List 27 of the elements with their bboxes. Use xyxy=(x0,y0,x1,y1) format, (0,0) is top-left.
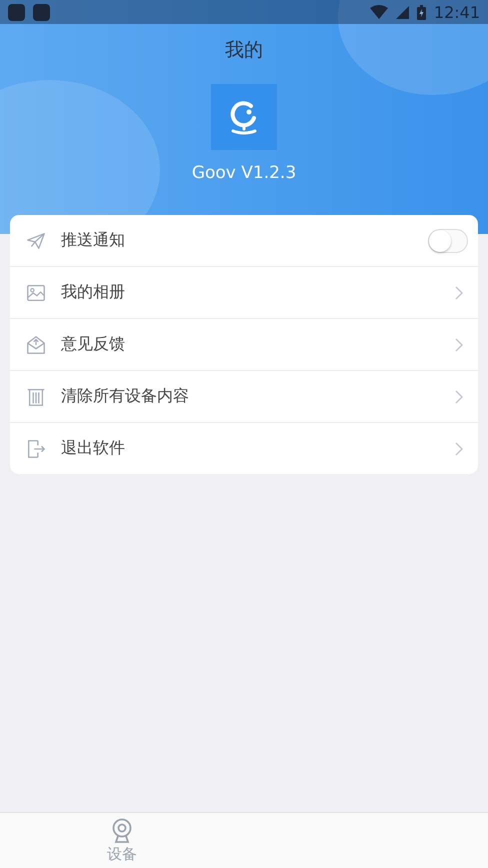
chevron-icon xyxy=(454,336,464,352)
menu-label: 退出软件 xyxy=(61,438,126,459)
signal-icon xyxy=(396,6,409,18)
camera-icon xyxy=(110,818,134,844)
chevron-icon xyxy=(454,284,464,300)
menu-item[interactable]: 清除所有设备内容 xyxy=(10,370,478,422)
notification-icon xyxy=(33,4,50,20)
notification-icon xyxy=(8,4,25,20)
menu-item[interactable]: 我的相册 xyxy=(10,266,478,318)
app-logo-icon xyxy=(211,84,277,150)
menu-label: 清除所有设备内容 xyxy=(61,386,190,407)
menu-label: 我的相册 xyxy=(61,282,126,303)
mail-icon xyxy=(25,334,47,356)
app-version: Goov V1.2.3 xyxy=(192,163,296,183)
menu-item[interactable]: 意见反馈 xyxy=(10,318,478,370)
toggle-switch[interactable] xyxy=(428,228,468,252)
page-title: 我的 xyxy=(225,38,263,63)
battery-icon xyxy=(416,4,426,20)
status-time: 12:41 xyxy=(434,2,480,22)
chevron-icon xyxy=(454,388,464,404)
wifi-icon xyxy=(370,5,388,19)
menu-label: 推送通知 xyxy=(61,230,126,251)
exit-icon xyxy=(25,438,47,460)
chevron-icon xyxy=(454,440,464,456)
menu-label: 意见反馈 xyxy=(61,334,126,355)
menu-item[interactable]: 推送通知 xyxy=(10,215,478,266)
menu-item[interactable]: 退出软件 xyxy=(10,422,478,474)
